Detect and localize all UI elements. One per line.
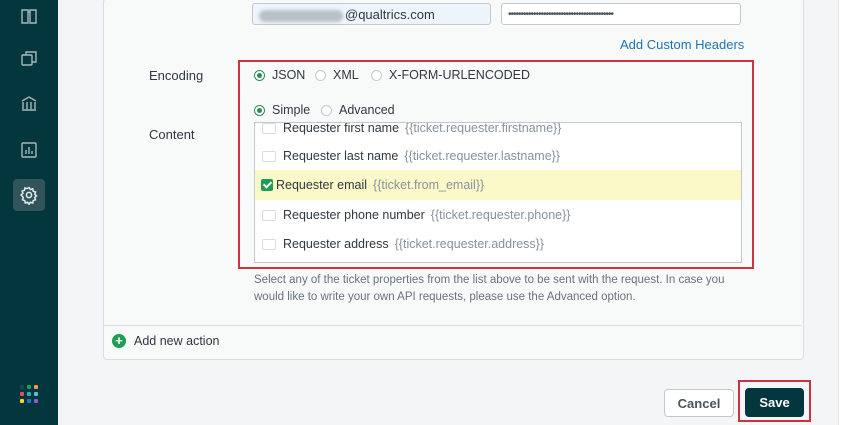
content-simple-radio[interactable]: Simple: [254, 103, 310, 117]
property-label: Requester email: [276, 178, 368, 192]
list-item[interactable]: Requester first name {{ticket.requester.f…: [255, 122, 741, 143]
list-item[interactable]: Requester address {{ticket.requester.addr…: [255, 229, 741, 259]
radio-icon: [315, 69, 326, 81]
property-label: Requester phone number: [283, 208, 425, 222]
encoding-json-radio[interactable]: JSON: [254, 68, 305, 82]
grid-dot: [27, 392, 31, 396]
sidebar-item-library[interactable]: [13, 88, 45, 120]
password-field[interactable]: ••••••••••••••••••••••••••••••••••••••••…: [501, 3, 741, 25]
grid-dot: [34, 385, 38, 389]
add-action-label: Add new action: [134, 334, 220, 348]
property-placeholder: {{ticket.requester.phone}}: [430, 208, 571, 222]
grid-dot: [27, 399, 31, 403]
radio-selected-icon: [254, 69, 265, 81]
copy-icon: [21, 51, 37, 66]
radio-label: XML: [333, 68, 359, 82]
ticket-properties-list[interactable]: Requester first name {{ticket.requester.f…: [254, 122, 742, 263]
redacted-username: [259, 9, 343, 22]
grid-dot: [27, 385, 31, 389]
sidebar-item-views[interactable]: [13, 43, 45, 75]
property-label: Requester first name: [283, 122, 400, 135]
right-panel-edge: [838, 0, 850, 425]
sidebar: [0, 0, 58, 425]
list-item[interactable]: Requester last name {{ticket.requester.la…: [255, 141, 741, 171]
radio-icon: [321, 104, 332, 116]
list-item-selected[interactable]: Requester email {{ticket.from_email}}: [255, 170, 741, 200]
grid-dot: [34, 399, 38, 403]
checkbox-checked[interactable]: [261, 179, 273, 191]
email-field[interactable]: @qualtrics.com: [252, 3, 491, 25]
radio-selected-icon: [254, 104, 265, 116]
property-placeholder: {{ticket.requester.lastname}}: [404, 149, 561, 163]
grid-icon[interactable]: [20, 385, 38, 403]
checkbox[interactable]: [262, 150, 276, 162]
radio-label: Simple: [272, 103, 311, 117]
gear-icon: [20, 186, 38, 205]
encoding-label: Encoding: [149, 68, 204, 83]
add-custom-headers-link[interactable]: Add Custom Headers: [620, 37, 744, 52]
radio-icon: [371, 69, 382, 81]
book-icon: [21, 9, 37, 24]
radio-label: Advanced: [339, 103, 395, 117]
sidebar-item-reporting[interactable]: [13, 134, 45, 166]
grid-dot: [20, 385, 24, 389]
save-button[interactable]: Save: [745, 388, 804, 417]
content-label: Content: [149, 127, 195, 142]
email-domain: @qualtrics.com: [345, 7, 435, 22]
content-help-text: Select any of the ticket properties from…: [254, 274, 725, 303]
checkbox[interactable]: [262, 123, 276, 134]
chart-icon: [21, 142, 37, 158]
property-placeholder: {{ticket.requester.address}}: [394, 237, 545, 251]
encoding-form-radio[interactable]: X-FORM-URLENCODED: [371, 68, 530, 82]
property-label: Requester address: [283, 237, 389, 251]
grid-dot: [34, 392, 38, 396]
checkbox[interactable]: [262, 209, 276, 221]
plus-icon: +: [112, 334, 126, 348]
grid-dot: [20, 392, 24, 396]
list-item[interactable]: Requester phone number {{ticket.requester…: [255, 200, 741, 230]
sidebar-item-admin[interactable]: [13, 179, 45, 211]
property-label: Requester last name: [283, 149, 399, 163]
radio-label: JSON: [272, 68, 306, 82]
encoding-xml-radio[interactable]: XML: [315, 68, 359, 82]
sidebar-item-knowledge[interactable]: [13, 0, 45, 32]
add-new-action-button[interactable]: + Add new action: [112, 334, 219, 348]
property-placeholder: {{ticket.from_email}}: [373, 178, 485, 192]
content-advanced-radio[interactable]: Advanced: [321, 103, 395, 117]
cancel-button[interactable]: Cancel: [664, 389, 734, 417]
divider: [104, 325, 801, 326]
radio-label: X-FORM-URLENCODED: [389, 68, 530, 82]
checkbox[interactable]: [262, 238, 276, 250]
property-placeholder: {{ticket.requester.firstname}}: [405, 122, 562, 135]
library-icon: [21, 96, 37, 111]
grid-dot: [20, 399, 24, 403]
